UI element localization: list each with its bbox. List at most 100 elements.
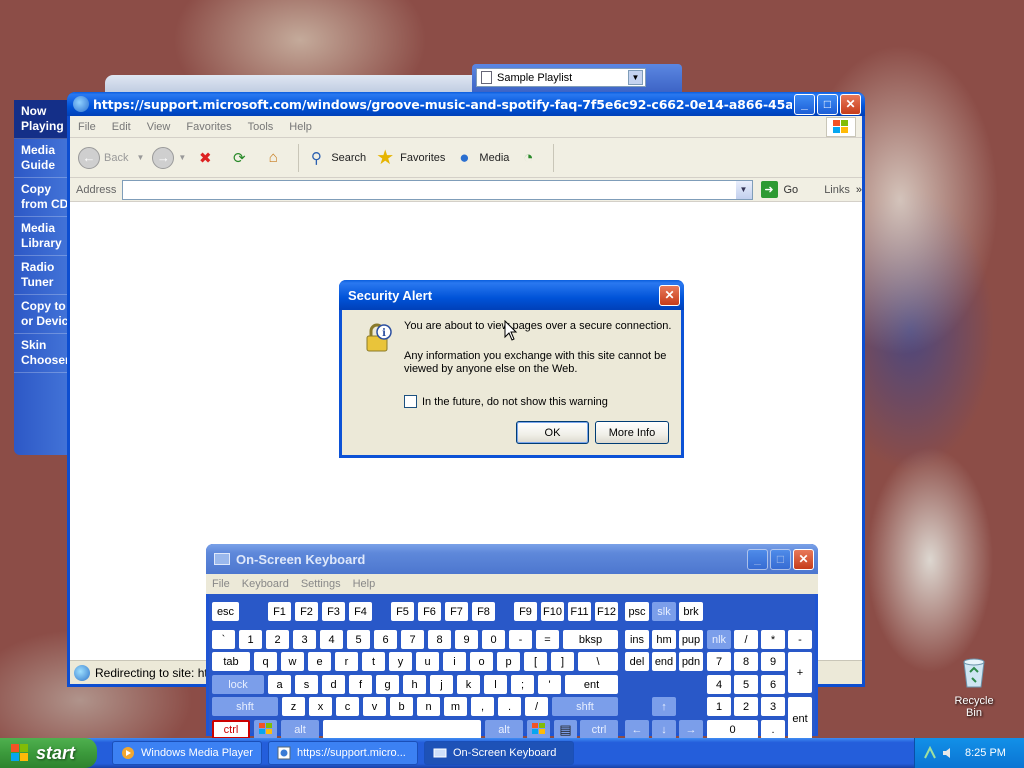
key-num-lock[interactable]: nlk (707, 630, 731, 649)
chevron-down-icon[interactable]: ▼ (178, 153, 186, 162)
key-y[interactable]: y (389, 652, 412, 671)
key-right-windows[interactable] (527, 720, 550, 738)
wmp-nav-media-library[interactable]: Media Library (14, 217, 70, 256)
key-caps-lock[interactable]: lock (212, 675, 264, 694)
key-0[interactable]: 0 (482, 630, 505, 649)
key-comma[interactable]: , (471, 697, 494, 716)
key-f2[interactable]: F2 (295, 602, 318, 621)
ok-button[interactable]: OK (516, 421, 589, 444)
key-arrow-left[interactable]: ← (625, 720, 649, 738)
key-p[interactable]: p (497, 652, 520, 671)
close-button[interactable]: ✕ (659, 284, 680, 306)
playlist-select[interactable]: Sample Playlist ▼ (476, 68, 646, 87)
key-k[interactable]: k (457, 675, 480, 694)
menu-view[interactable]: View (147, 121, 171, 133)
favorites-button[interactable]: ★ Favorites (374, 147, 445, 169)
start-button[interactable]: start (0, 738, 97, 768)
key-backtick[interactable]: ` (212, 630, 235, 649)
ie-titlebar[interactable]: https://support.microsoft.com/windows/gr… (67, 92, 865, 116)
chevron-down-icon[interactable]: ▼ (628, 70, 643, 85)
history-button[interactable]: ◔ (517, 147, 543, 169)
key-t[interactable]: t (362, 652, 385, 671)
key-2[interactable]: 2 (266, 630, 289, 649)
task-on-screen-keyboard[interactable]: On-Screen Keyboard (424, 741, 574, 765)
key-num-2[interactable]: 2 (734, 697, 758, 716)
osk-titlebar[interactable]: On-Screen Keyboard _ □ ✕ (206, 544, 818, 574)
key-num-0[interactable]: 0 (707, 720, 758, 738)
wmp-nav-skin-chooser[interactable]: Skin Chooser (14, 334, 70, 373)
key-right-alt[interactable]: alt (485, 720, 523, 738)
wmp-nav-radio-tuner[interactable]: Radio Tuner (14, 256, 70, 295)
key-s[interactable]: s (295, 675, 318, 694)
key-f4[interactable]: F4 (349, 602, 372, 621)
key-f7[interactable]: F7 (445, 602, 468, 621)
osk-menu-settings[interactable]: Settings (301, 578, 341, 590)
key-1[interactable]: 1 (239, 630, 262, 649)
back-button[interactable]: ← Back ▼ (78, 146, 144, 169)
key-num-3[interactable]: 3 (761, 697, 785, 716)
key-left-shift[interactable]: shft (212, 697, 278, 716)
key-left-bracket[interactable]: [ (524, 652, 547, 671)
key-num-star[interactable]: * (761, 630, 785, 649)
key-b[interactable]: b (390, 697, 413, 716)
key-right-shift[interactable]: shft (552, 697, 618, 716)
key-5[interactable]: 5 (347, 630, 370, 649)
network-icon[interactable] (923, 746, 937, 760)
key-esc[interactable]: esc (212, 602, 239, 621)
key-left-ctrl[interactable]: ctrl (212, 720, 250, 738)
key-f10[interactable]: F10 (541, 602, 564, 621)
key-r[interactable]: r (335, 652, 358, 671)
key-f6[interactable]: F6 (418, 602, 441, 621)
key-num-dot[interactable]: . (761, 720, 785, 738)
task-windows-media-player[interactable]: Windows Media Player (112, 741, 262, 765)
key-m[interactable]: m (444, 697, 467, 716)
key-a[interactable]: a (268, 675, 291, 694)
key-d[interactable]: d (322, 675, 345, 694)
key-arrow-right[interactable]: → (679, 720, 703, 738)
key-enter[interactable]: ent (565, 675, 618, 694)
key-period[interactable]: . (498, 697, 521, 716)
osk-menu-help[interactable]: Help (353, 578, 376, 590)
key-8[interactable]: 8 (428, 630, 451, 649)
home-button[interactable]: ⌂ (262, 147, 288, 169)
key-9[interactable]: 9 (455, 630, 478, 649)
key-slash[interactable]: / (525, 697, 548, 716)
forward-button[interactable]: → ▼ (152, 146, 186, 169)
osk-menu-file[interactable]: File (212, 578, 230, 590)
links-button[interactable]: Links (824, 184, 850, 196)
stop-button[interactable]: ✖ (194, 147, 220, 169)
key-backspace[interactable]: bksp (563, 630, 618, 649)
key-w[interactable]: w (281, 652, 304, 671)
key-v[interactable]: v (363, 697, 386, 716)
key-left-windows[interactable] (254, 720, 277, 738)
key-menu[interactable]: ▤ (554, 720, 577, 738)
key-num-8[interactable]: 8 (734, 652, 758, 671)
key-left-alt[interactable]: alt (281, 720, 319, 738)
key-num-4[interactable]: 4 (707, 675, 731, 694)
minimize-button[interactable]: _ (794, 93, 815, 115)
wmp-nav-now-playing[interactable]: Now Playing (14, 100, 70, 139)
menu-help[interactable]: Help (289, 121, 312, 133)
key-7[interactable]: 7 (401, 630, 424, 649)
key-c[interactable]: c (336, 697, 359, 716)
key-backslash[interactable]: \ (578, 652, 618, 671)
key-num-9[interactable]: 9 (761, 652, 785, 671)
key-brk[interactable]: brk (679, 602, 703, 621)
key-f1[interactable]: F1 (268, 602, 291, 621)
wmp-nav-media-guide[interactable]: Media Guide (14, 139, 70, 178)
maximize-button[interactable]: □ (770, 548, 791, 570)
key-e[interactable]: e (308, 652, 331, 671)
key-4[interactable]: 4 (320, 630, 343, 649)
media-button[interactable]: ● Media (453, 147, 509, 169)
key-f11[interactable]: F11 (568, 602, 591, 621)
key-num-plus[interactable]: + (788, 652, 812, 693)
key-slk[interactable]: slk (652, 602, 676, 621)
key-page-down[interactable]: pdn (679, 652, 703, 671)
wmp-nav-copy-to-device[interactable]: Copy to or Devic (14, 295, 70, 334)
close-button[interactable]: ✕ (793, 548, 814, 570)
key-num-minus[interactable]: - (788, 630, 812, 649)
clock[interactable]: 8:25 PM (965, 747, 1006, 759)
key-g[interactable]: g (376, 675, 399, 694)
key-f3[interactable]: F3 (322, 602, 345, 621)
menu-favorites[interactable]: Favorites (186, 121, 231, 133)
